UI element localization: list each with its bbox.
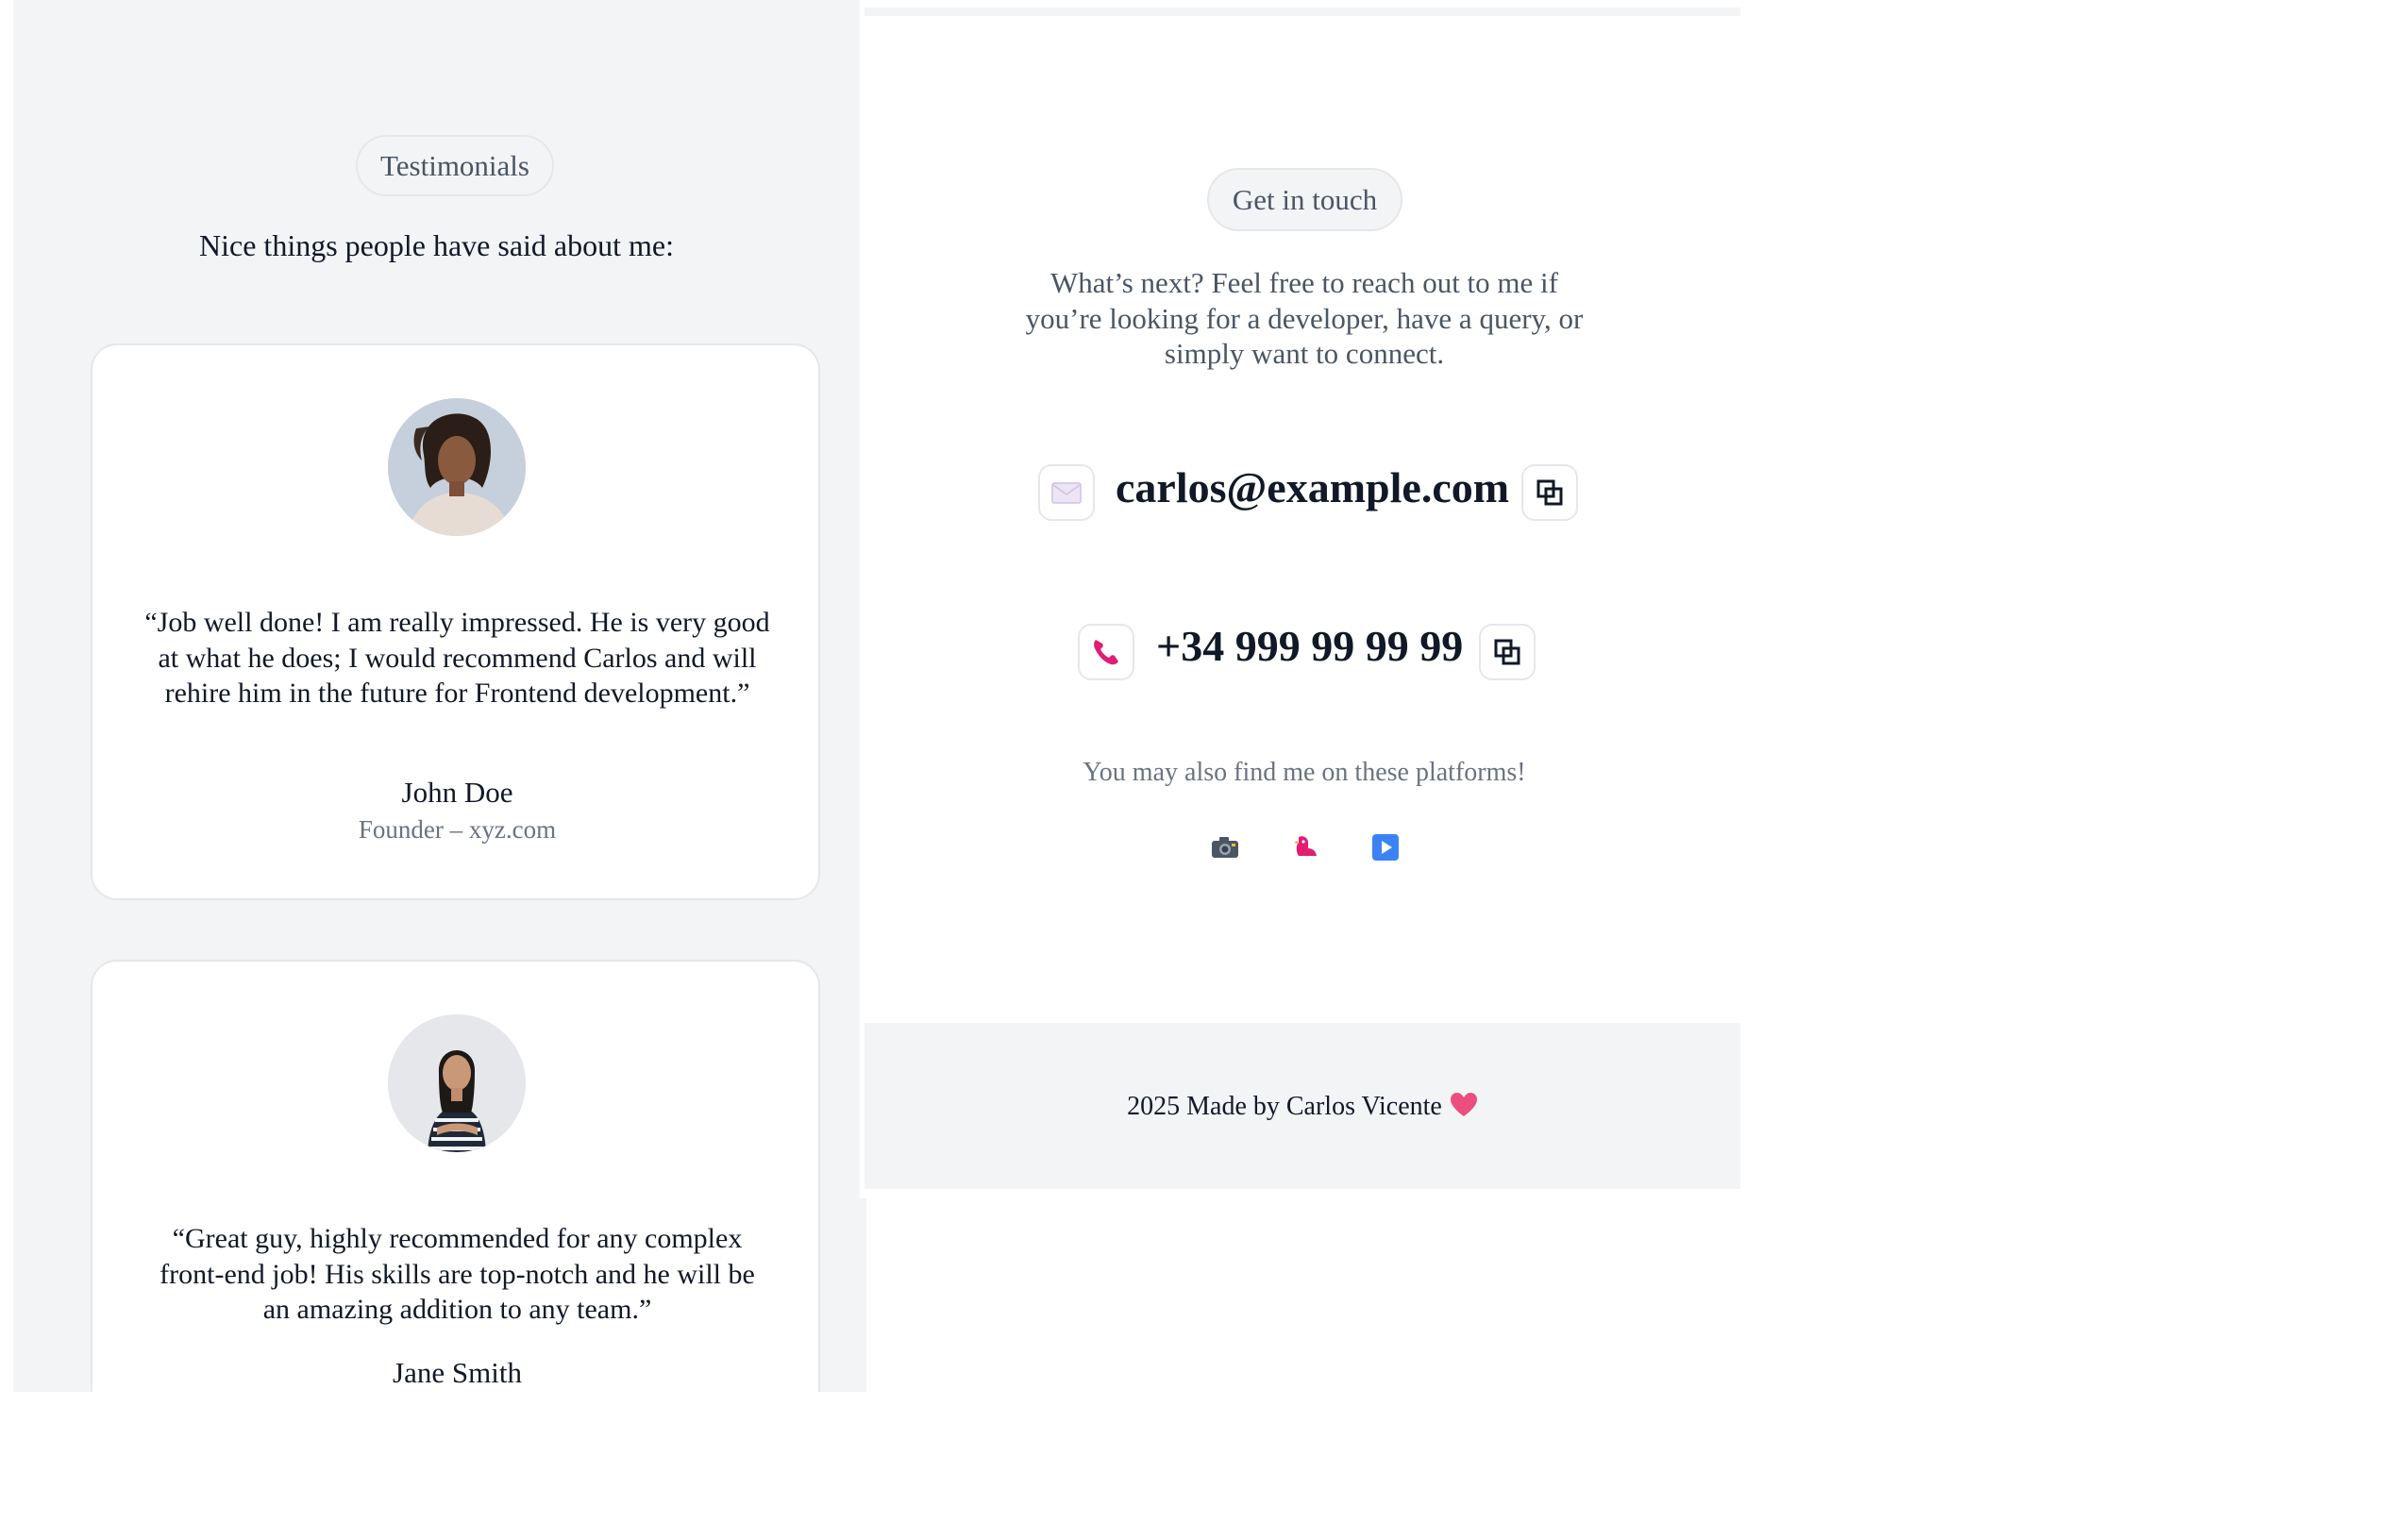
copy-phone-button[interactable] [1479,624,1536,680]
testimonial-card: “Great guy, highly recommended for any c… [91,960,820,1392]
phone-link[interactable]: +34 999 99 99 99 [1156,621,1463,671]
woman-portrait-icon [388,1014,526,1152]
testimonials-section: Testimonials Nice things people have sai… [13,0,860,1392]
email-link[interactable]: carlos@example.com [1116,462,1509,512]
platforms-text: You may also find me on these platforms! [1083,758,1526,787]
testimonial-card: “Job well done! I am really impressed. H… [91,343,820,900]
bird-icon [1294,836,1317,856]
footer-credit: 2025 Made by Carlos Vicente [1127,1092,1442,1121]
play-icon [1372,834,1399,861]
twitter-link[interactable] [1290,832,1320,862]
heart-icon [1450,1092,1478,1126]
testimonial-author: Jane Smith [393,1356,522,1389]
copy-icon [1536,479,1563,506]
envelope-icon [1051,482,1082,504]
testimonial-quote: “Job well done! I am really impressed. H… [144,607,770,709]
phone-icon [1094,640,1118,665]
footer-line: 2025 Made by Carlos Vicente [865,1092,1740,1126]
woman-portrait-icon [388,398,526,536]
copy-email-button[interactable] [1521,464,1578,521]
divider [865,8,1740,16]
testimonials-badge: Testimonials [356,135,554,196]
testimonial-author: John Doe [401,776,513,809]
email-icon-box [1038,464,1095,521]
testimonial-role: Founder – xyz.com [358,815,557,844]
instagram-link[interactable] [1210,832,1240,862]
copy-icon [1494,639,1520,665]
contact-badge: Get in touch [1207,168,1402,231]
panel-edge [849,1198,866,1392]
testimonials-heading: Nice things people have said about me: [199,228,674,262]
avatar [388,398,526,536]
phone-icon-box [1078,624,1134,680]
youtube-link[interactable] [1370,832,1401,862]
testimonial-quote: “Great guy, highly recommended for any c… [160,1223,755,1325]
footer: 2025 Made by Carlos Vicente [865,1023,1740,1189]
camera-icon [1212,837,1238,858]
avatar [388,1014,526,1152]
contact-description: What’s next? Feel free to reach out to m… [1025,266,1584,370]
